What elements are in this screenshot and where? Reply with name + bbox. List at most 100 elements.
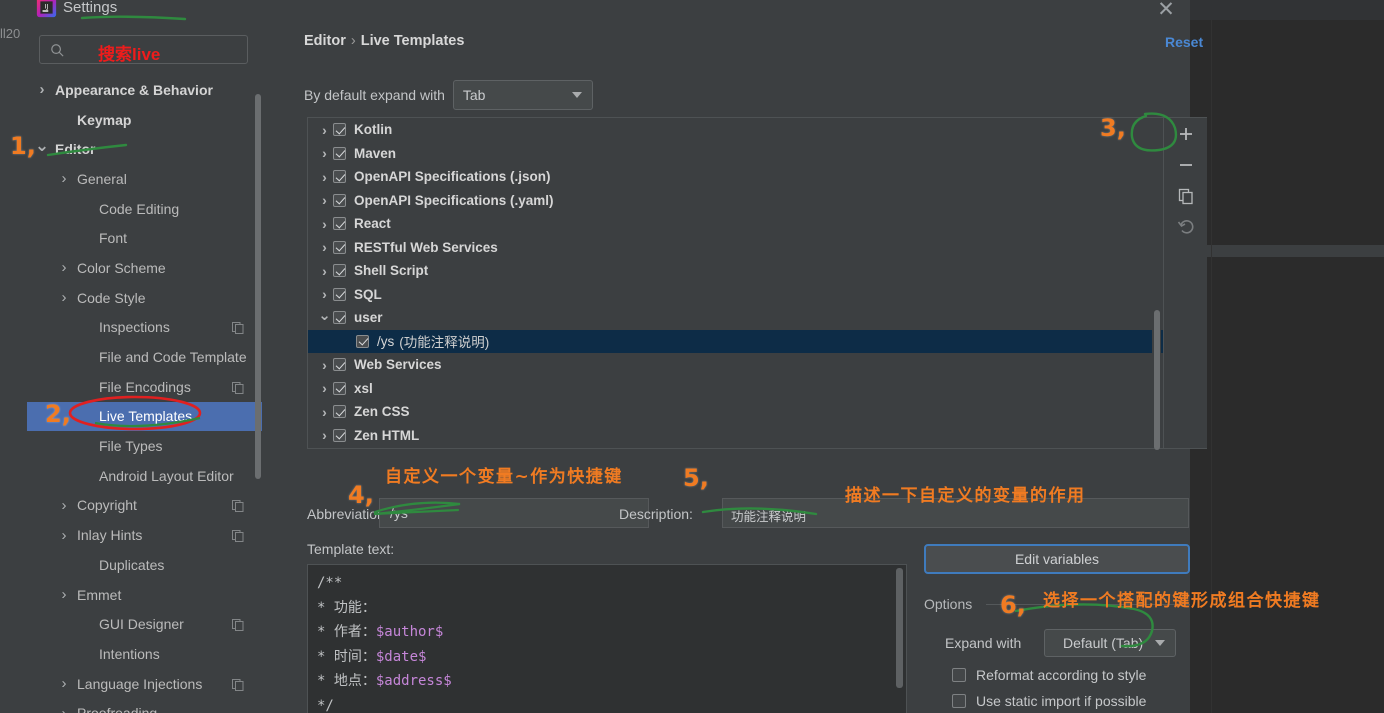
chevron-right-icon[interactable]: › [316,286,333,302]
sidebar-scrollbar[interactable] [255,94,261,479]
template-text-editor[interactable]: /** * 功能： * 作者：$author$ * 时间：$date$ * 地点：$ad… [307,564,907,713]
sidebar-item-appearance-behavior[interactable]: › Appearance & Behavior [27,75,262,105]
template-group-row[interactable]: › React [308,212,1163,236]
chevron-right-icon[interactable]: › [316,427,333,443]
sidebar-item-editor[interactable]: ⌄ Editor [27,134,262,164]
template-group-row[interactable]: › Zen HTML [308,424,1163,448]
chevron-right-icon[interactable]: › [57,586,71,603]
option-reformat-row[interactable]: Reformat according to style [952,667,1146,683]
template-checkbox[interactable] [333,287,346,301]
chevron-right-icon[interactable]: › [316,357,333,373]
expand-with-combobox[interactable]: Default (Tab) [1044,629,1176,657]
chevron-right-icon[interactable]: › [316,263,333,279]
default-expand-combobox[interactable]: Tab [452,80,593,110]
description-input[interactable]: 功能注释说明 [722,498,1189,528]
template-group-row[interactable]: › OpenAPI Specifications (.json) [308,165,1163,189]
templates-list[interactable]: › Kotlin › Maven › OpenAPI Specifications (.j… [308,118,1163,448]
template-checkbox[interactable] [333,264,346,278]
template-checkbox[interactable] [333,146,346,160]
edit-variables-button[interactable]: Edit variables [924,544,1190,574]
sidebar-item-duplicates[interactable]: Duplicates [27,550,262,580]
chevron-right-icon[interactable]: › [316,122,333,138]
chevron-right-icon[interactable]: › [316,145,333,161]
template-checkbox[interactable] [333,123,346,137]
chevron-right-icon[interactable]: › [316,192,333,208]
sidebar-item-general[interactable]: › General [27,164,262,194]
sidebar-item-inlay-hints[interactable]: › Inlay Hints [27,520,262,550]
template-group-row[interactable]: › xsl [308,377,1163,401]
sidebar-item-file-and-code-template[interactable]: File and Code Template [27,342,262,372]
template-group-row[interactable]: /ys (功能注释说明) [308,329,1163,353]
template-checkbox[interactable] [333,381,346,395]
template-checkbox[interactable] [333,428,346,442]
template-group-row[interactable]: ⌄ user [308,306,1163,330]
template-group-row[interactable]: › Maven [308,142,1163,166]
sidebar-item-color-scheme[interactable]: › Color Scheme [27,253,262,283]
template-group-row[interactable]: › OpenAPI Specifications (.yaml) [308,189,1163,213]
sidebar-item-android-layout-editor[interactable]: Android Layout Editor [27,461,262,491]
chevron-right-icon[interactable]: › [316,239,333,255]
option-static-import-row[interactable]: Use static import if possible [952,693,1146,709]
chevron-right-icon[interactable]: › [316,169,333,185]
sidebar-item-code-style[interactable]: › Code Style [27,283,262,313]
template-checkbox[interactable] [333,311,346,325]
template-checkbox[interactable] [333,193,346,207]
live-templates-pane: Editor › Live Templates Reset By default e… [262,20,1207,713]
sidebar-item-copyright[interactable]: › Copyright [27,491,262,521]
add-template-button[interactable] [1164,118,1208,150]
chevron-right-icon[interactable]: › [316,404,333,420]
sidebar-item-font[interactable]: Font [27,223,262,253]
template-checkbox[interactable] [333,405,346,419]
template-text-scrollbar[interactable] [896,568,903,688]
chevron-right-icon[interactable]: › [57,259,71,276]
chevron-right-icon[interactable]: › [57,170,71,187]
sidebar-item-code-editing[interactable]: Code Editing [27,194,262,224]
search-input[interactable]: 搜索live [39,35,248,64]
chevron-right-icon[interactable]: › [57,497,71,514]
template-group-row[interactable]: › Kotlin [308,118,1163,142]
reset-link[interactable]: Reset [1165,34,1203,50]
chevron-right-icon[interactable]: › [57,289,71,306]
sidebar-item-file-encodings[interactable]: File Encodings [27,372,262,402]
chevron-right-icon[interactable]: › [57,675,71,692]
chevron-down-icon[interactable]: ⌄ [35,136,49,156]
template-checkbox[interactable] [333,358,346,372]
duplicate-template-button[interactable] [1164,180,1208,212]
template-checkbox[interactable] [333,217,346,231]
template-group-row[interactable]: › RESTful Web Services [308,236,1163,260]
abbreviation-input[interactable]: /ys [379,498,649,528]
chevron-right-icon[interactable]: › [57,705,71,713]
sidebar-item-proofreading[interactable]: › Proofreading [27,698,262,713]
template-checkbox[interactable] [333,170,346,184]
sidebar-item-language-injections[interactable]: › Language Injections [27,669,262,699]
remove-template-button[interactable] [1164,149,1208,181]
sidebar-item-intentions[interactable]: Intentions [27,639,262,669]
sidebar-item-live-templates[interactable]: Live Templates [27,401,262,432]
template-checkbox[interactable] [356,334,369,348]
template-group-row[interactable]: › Shell Script [308,259,1163,283]
chevron-right-icon[interactable]: › [35,81,49,98]
template-group-row[interactable]: › SQL [308,283,1163,307]
ide-editor-lower [1190,257,1384,713]
close-icon[interactable]: ✕ [1152,0,1180,22]
chevron-down-icon[interactable]: ⌄ [316,306,333,324]
settings-tree[interactable]: › Appearance & Behavior Keymap ⌄ Editor › Gene… [27,75,262,713]
sidebar-item-keymap[interactable]: Keymap [27,105,262,135]
sidebar-item-gui-designer[interactable]: GUI Designer [27,609,262,639]
template-label: Kotlin [354,122,393,138]
sidebar-item-emmet[interactable]: › Emmet [27,580,262,610]
template-checkbox[interactable] [333,240,346,254]
sidebar-item-inspections[interactable]: Inspections [27,313,262,343]
dialog-title: Settings [63,0,118,16]
breadcrumb-parent[interactable]: Editor [304,33,346,49]
templates-scrollbar[interactable] [1154,310,1160,450]
option-static-import-checkbox[interactable] [952,694,966,708]
option-reformat-checkbox[interactable] [952,668,966,682]
template-group-row[interactable]: › Web Services [308,353,1163,377]
chevron-right-icon[interactable]: › [316,216,333,232]
template-group-row[interactable]: › Zen CSS [308,400,1163,424]
chevron-right-icon[interactable]: › [57,527,71,544]
revert-template-button[interactable] [1164,211,1208,243]
chevron-right-icon[interactable]: › [316,380,333,396]
sidebar-item-file-types[interactable]: File Types [27,431,262,461]
